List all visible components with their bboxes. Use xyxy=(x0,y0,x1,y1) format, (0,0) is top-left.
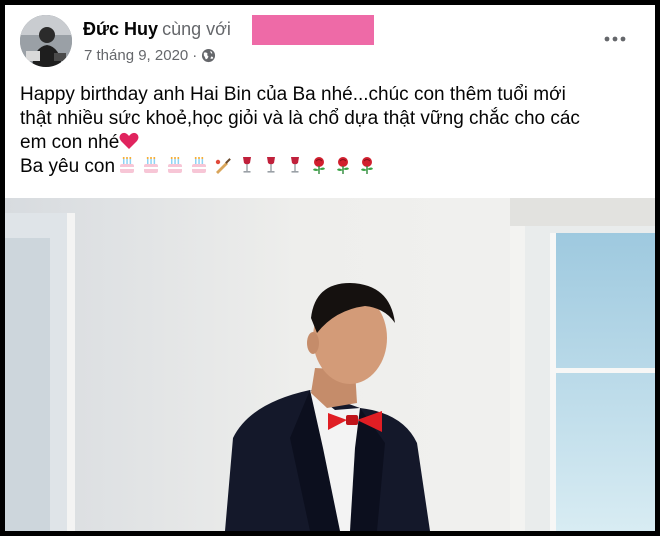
post-text-line-3: em con nhé xyxy=(20,131,645,155)
with-text: cùng với xyxy=(162,19,231,39)
author-avatar[interactable] xyxy=(20,15,72,67)
cake-emoji xyxy=(168,157,183,173)
rose-emoji xyxy=(337,157,350,174)
author-line: Đức Huy cùng với xyxy=(83,19,231,40)
globe-icon[interactable] xyxy=(201,48,216,63)
post-photo[interactable] xyxy=(5,198,655,531)
meta-separator: · xyxy=(192,47,198,64)
post-text-line-3-text: em con nhé xyxy=(20,132,120,153)
cake-emoji xyxy=(144,157,159,173)
facebook-post-card: Đức Huy cùng với 7 tháng 9, 2020 · Happy … xyxy=(5,5,655,531)
wine-glass-emoji xyxy=(243,157,252,173)
post-header: Đức Huy cùng với 7 tháng 9, 2020 · xyxy=(5,5,655,75)
post-text-line-4: Ba yêu con xyxy=(20,155,645,179)
rose-emoji xyxy=(313,157,326,174)
cake-emoji xyxy=(120,157,135,173)
tagged-person-redaction xyxy=(252,15,374,45)
post-text-line-4-text: Ba yêu con xyxy=(20,156,116,177)
post-date[interactable]: 7 tháng 9, 2020 xyxy=(84,47,188,64)
wine-glass-emoji xyxy=(291,157,300,173)
post-text: Happy birthday anh Hai Bin của Ba nhé...… xyxy=(20,83,645,179)
post-text-line-1: Happy birthday anh Hai Bin của Ba nhé...… xyxy=(20,84,566,105)
cake-emoji xyxy=(192,157,207,173)
author-name[interactable]: Đức Huy xyxy=(83,19,158,39)
post-text-line-2: thật nhiều sức khoẻ,học giỏi và là chổ d… xyxy=(20,108,580,129)
wine-glass-emoji xyxy=(267,157,276,173)
more-options-icon[interactable] xyxy=(597,27,633,51)
post-meta: 7 tháng 9, 2020 · xyxy=(84,47,216,64)
red-heart-emoji xyxy=(119,132,139,149)
emoji-row xyxy=(117,155,377,175)
cricket-bat-emoji xyxy=(215,158,231,174)
rose-emoji xyxy=(361,157,374,174)
